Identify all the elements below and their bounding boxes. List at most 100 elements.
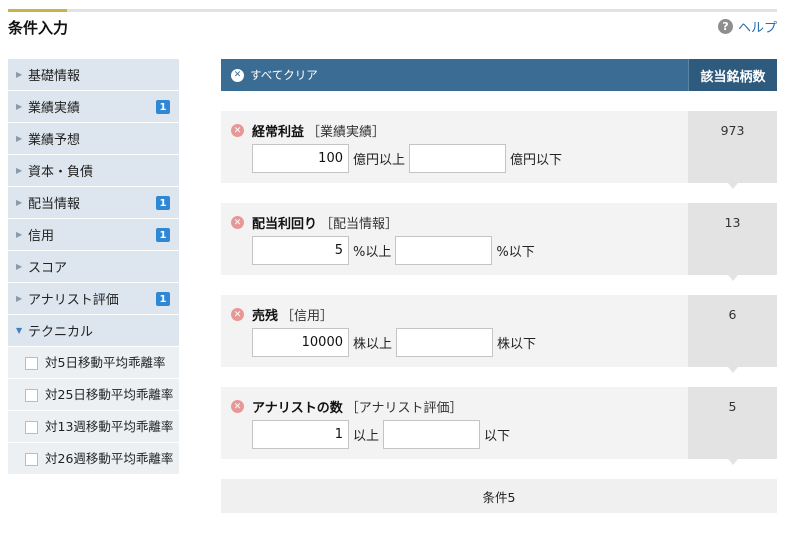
max-input[interactable] [395,236,493,265]
min-unit: 以上 [353,429,380,444]
sub-item-label: 対13週移動平均乖離率 [45,419,174,434]
sidebar-item-label: 資本・負債 [28,165,94,180]
sidebar-item-label: テクニカル [28,325,94,340]
sidebar-item-label: 基礎情報 [28,69,81,84]
condition-name: アナリストの数 [252,401,343,416]
conditions-header: ✕ すべてクリア 該当銘柄数 [221,59,777,91]
max-input[interactable] [409,144,507,173]
sub-item-5day-ma[interactable]: 対5日移動平均乖離率 [8,347,179,379]
condition-category: ［業績実績］ [307,125,386,140]
remove-condition-icon[interactable]: ✕ [231,124,244,137]
max-unit: 株以下 [497,337,537,352]
condition-count-footer: 条件5 [221,479,777,513]
count-column-header: 該当銘柄数 [688,59,777,91]
min-input[interactable]: 100 [252,144,349,173]
sub-item-25day-ma[interactable]: 対25日移動平均乖離率 [8,379,179,411]
checkbox[interactable] [25,357,38,370]
sidebar-item-label: スコア [28,261,68,276]
count-badge: 1 [156,292,170,306]
sidebar-item-shihon-fusai[interactable]: ▶ 資本・負債 [8,155,179,187]
sub-item-label: 対26週移動平均乖離率 [45,451,174,466]
min-input[interactable]: 10000 [252,328,349,357]
chevron-right-icon: ▶ [16,102,23,111]
help-label: ヘルプ [737,21,777,36]
max-input[interactable] [396,328,494,357]
help-link[interactable]: ? ヘルプ [717,17,777,36]
chevron-down-icon: ▼ [16,326,23,335]
condition-inputs: 100 億円以上 億円以下 [252,144,566,173]
sub-item-label: 対5日移動平均乖離率 [45,355,166,370]
condition-name: 売残 [252,309,279,324]
condition-category: ［信用］ [281,309,334,324]
clear-all-label: すべてクリア [250,68,318,82]
count-badge: 1 [156,196,170,210]
condition-title: ✕ 売残 ［信用］ [231,305,333,324]
help-icon: ? [717,19,733,34]
chevron-right-icon: ▶ [16,134,23,143]
sidebar-item-label: 業績実績 [28,101,81,116]
max-input[interactable] [383,420,481,449]
match-count: 973 [688,111,777,189]
remove-condition-icon[interactable]: ✕ [231,216,244,229]
max-unit: %以下 [496,245,535,260]
chevron-right-icon: ▶ [16,230,23,239]
condition-title: ✕ アナリストの数 ［アナリスト評価］ [231,397,463,416]
close-icon: ✕ [231,68,244,82]
sidebar-item-analyst[interactable]: ▶ アナリスト評価 1 [8,283,179,315]
checkbox[interactable] [25,421,38,434]
sidebar-item-label: アナリスト評価 [28,293,119,308]
max-unit: 億円以下 [510,153,563,168]
sidebar-item-gyoseki-jisseki[interactable]: ▶ 業績実績 1 [8,91,179,123]
clear-all-button[interactable]: ✕ すべてクリア [221,67,688,83]
condition-inputs: 10000 株以上 株以下 [252,328,540,357]
condition-category: ［配当情報］ [320,217,399,232]
page-title: 条件入力 [8,19,69,37]
min-unit: %以上 [353,245,392,260]
remove-condition-icon[interactable]: ✕ [231,400,244,413]
sidebar-item-haito[interactable]: ▶ 配当情報 1 [8,187,179,219]
checkbox[interactable] [25,453,38,466]
min-unit: 株以上 [353,337,393,352]
remove-condition-icon[interactable]: ✕ [231,308,244,321]
condition-row: ✕ 売残 ［信用］ 10000 株以上 株以下 6 [221,295,777,373]
condition-title: ✕ 経常利益 ［業績実績］ [231,121,385,140]
condition-inputs: 1 以上 以下 [252,420,514,449]
sidebar: ▶ 基礎情報 ▶ 業績実績 1 ▶ 業績予想 ▶ 資本・負債 ▶ 配当情報 1 ▶ 信用 1 ▶ ス… [8,59,179,541]
chevron-right-icon: ▶ [16,198,23,207]
min-input[interactable]: 1 [252,420,349,449]
chevron-right-icon: ▶ [16,294,23,303]
sub-item-13week-ma[interactable]: 対13週移動平均乖離率 [8,411,179,443]
min-input[interactable]: 5 [252,236,349,265]
chevron-right-icon: ▶ [16,262,23,271]
count-badge: 1 [156,100,170,114]
min-unit: 億円以上 [353,153,406,168]
chevron-right-icon: ▶ [16,166,23,175]
condition-name: 配当利回り [252,217,318,232]
chevron-right-icon: ▶ [16,70,23,79]
match-count: 5 [688,387,777,465]
condition-row: ✕ 経常利益 ［業績実績］ 100 億円以上 億円以下 973 [221,111,777,189]
match-count: 13 [688,203,777,281]
sidebar-item-kiso[interactable]: ▶ 基礎情報 [8,59,179,91]
condition-title: ✕ 配当利回り ［配当情報］ [231,213,398,232]
sub-item-label: 対25日移動平均乖離率 [45,387,174,402]
sidebar-item-gyoseki-yoso[interactable]: ▶ 業績予想 [8,123,179,155]
sub-item-26week-ma[interactable]: 対26週移動平均乖離率 [8,443,179,475]
sidebar-item-label: 信用 [28,229,55,244]
condition-name: 経常利益 [252,125,305,140]
count-badge: 1 [156,228,170,242]
condition-row: ✕ 配当利回り ［配当情報］ 5 %以上 %以下 13 [221,203,777,281]
checkbox[interactable] [25,389,38,402]
condition-category: ［アナリスト評価］ [345,401,463,416]
top-divider [8,9,777,12]
sidebar-item-score[interactable]: ▶ スコア [8,251,179,283]
sidebar-item-shinyo[interactable]: ▶ 信用 1 [8,219,179,251]
match-count: 6 [688,295,777,373]
sidebar-item-technical[interactable]: ▼ テクニカル [8,315,179,347]
sidebar-item-label: 業績予想 [28,133,81,148]
top-divider-accent [8,9,67,12]
condition-row: ✕ アナリストの数 ［アナリスト評価］ 1 以上 以下 5 [221,387,777,465]
max-unit: 以下 [484,429,511,444]
condition-inputs: 5 %以上 %以下 [252,236,539,265]
sidebar-item-label: 配当情報 [28,197,81,212]
